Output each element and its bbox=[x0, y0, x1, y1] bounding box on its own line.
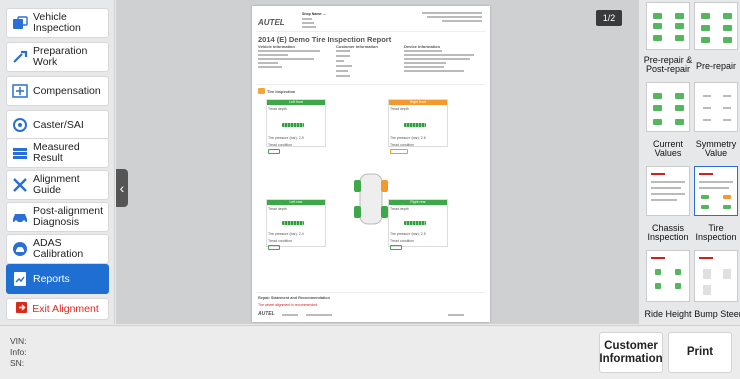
left-rear-caption: Left rear bbox=[267, 200, 325, 205]
sidebar-item-label: Vehicle Inspection bbox=[33, 11, 81, 34]
status-badge bbox=[268, 149, 280, 154]
sidebar-item-measured-result[interactable]: Measured Result bbox=[6, 138, 109, 168]
thumbnail-pre-repair[interactable] bbox=[694, 2, 738, 50]
thumbnail-label: Bump Steer bbox=[694, 309, 740, 319]
sidebar-item-preparation-work[interactable]: Preparation Work bbox=[6, 42, 109, 72]
tread-condition-label: Tread condition bbox=[390, 143, 414, 147]
tread-condition-label: Tread condition bbox=[390, 239, 414, 243]
sidebar-item-label: Measured Result bbox=[33, 141, 80, 164]
sidebar-item-compensation[interactable]: Compensation bbox=[6, 76, 109, 106]
customer-information-heading: Customer Information bbox=[336, 44, 378, 49]
vehicle-info-block: VIN: Info: SN: bbox=[10, 336, 27, 369]
thumbnail-bump-steer[interactable] bbox=[694, 250, 738, 302]
report-icon bbox=[7, 264, 33, 294]
exit-alignment-button[interactable]: Exit Alignment bbox=[6, 298, 109, 320]
tread-depth-label: Tread depth bbox=[390, 107, 409, 111]
tread-graphic bbox=[282, 221, 304, 225]
sidebar-item-reports[interactable]: Reports bbox=[6, 264, 109, 294]
report-page: AUTEL Shop Name: -- 2014 (E) Demo Tire I… bbox=[252, 6, 490, 322]
thumbnail-current-values[interactable] bbox=[646, 82, 690, 132]
sidebar-item-post-alignment-diagnosis[interactable]: Post-alignment Diagnosis bbox=[6, 202, 109, 232]
vehicle-inspection-icon bbox=[7, 8, 33, 38]
sidebar-item-label: Preparation Work bbox=[33, 45, 88, 68]
wrench-icon bbox=[7, 42, 33, 72]
sidebar-item-label: Post-alignment Diagnosis bbox=[33, 205, 104, 228]
tread-graphic bbox=[282, 123, 304, 127]
report-thumbnails-panel: Pre-repair & Post-repair Pre-repair Curr… bbox=[640, 0, 740, 324]
thumbnail-symmetry-value[interactable] bbox=[694, 82, 738, 132]
right-front-caption: Right front bbox=[389, 100, 447, 105]
page-counter: 1/2 bbox=[596, 10, 622, 26]
exit-alignment-label: Exit Alignment bbox=[32, 303, 99, 315]
tread-condition-label: Tread condition bbox=[268, 143, 292, 147]
caster-wheel-icon bbox=[7, 110, 33, 140]
sn-label: SN: bbox=[10, 358, 25, 368]
sidebar-item-vehicle-inspection[interactable]: Vehicle Inspection bbox=[6, 8, 109, 38]
chevron-left-icon: ‹ bbox=[119, 180, 125, 196]
tread-depth-label: Tread depth bbox=[268, 207, 287, 211]
tire-inspection-heading: Tire Inspection bbox=[267, 89, 296, 94]
sidebar-item-label: Reports bbox=[33, 272, 70, 285]
sidebar-item-label: ADAS Calibration bbox=[33, 237, 84, 260]
right-rear-pressure: Tire pressure (bar): 2.5 bbox=[390, 232, 426, 236]
thumbnail-pre-post-repair[interactable] bbox=[646, 2, 690, 50]
measured-result-icon bbox=[7, 138, 33, 168]
left-rear-pressure: Tire pressure (bar): 2.4 bbox=[268, 232, 304, 236]
adas-icon bbox=[7, 234, 33, 264]
tools-icon bbox=[7, 170, 33, 200]
tread-condition-label: Tread condition bbox=[268, 239, 292, 243]
tread-graphic bbox=[404, 221, 426, 225]
repair-statement-heading: Repair Statement and Recommendation bbox=[258, 296, 330, 300]
sidebar-item-alignment-guide[interactable]: Alignment Guide bbox=[6, 170, 109, 200]
exit-icon bbox=[16, 300, 28, 318]
collapse-sidebar-handle[interactable]: ‹ bbox=[116, 169, 128, 207]
thumbnail-tire-inspection[interactable] bbox=[694, 166, 738, 216]
compensation-icon bbox=[7, 76, 33, 106]
sidebar-item-caster-sai[interactable]: Caster/SAI bbox=[6, 110, 109, 140]
tire-section-icon bbox=[258, 88, 265, 94]
sidebar-item-label: Compensation bbox=[33, 84, 101, 97]
thumbnail-chassis-inspection[interactable] bbox=[646, 166, 690, 216]
sidebar: Vehicle Inspection Preparation Work Comp… bbox=[0, 0, 115, 324]
tread-depth-label: Tread depth bbox=[390, 207, 409, 211]
tread-graphic bbox=[404, 123, 426, 127]
app-window: Vehicle Inspection Preparation Work Comp… bbox=[0, 0, 740, 379]
thumbnail-ride-height[interactable] bbox=[646, 250, 690, 302]
left-front-caption: Left front bbox=[267, 100, 325, 105]
right-rear-caption: Right rear bbox=[389, 200, 447, 205]
thumbnail-label: Symmetry Value bbox=[695, 139, 737, 158]
repair-recommendation-text: The wheel alignment is recommended. bbox=[258, 303, 319, 307]
footer-logo: AUTEL bbox=[258, 311, 275, 317]
autel-logo: AUTEL bbox=[258, 18, 285, 27]
status-badge bbox=[390, 149, 408, 154]
thumbnail-label: Ride Height bbox=[644, 309, 692, 319]
tread-depth-label: Tread depth bbox=[268, 107, 287, 111]
customer-information-button[interactable]: Customer Information bbox=[599, 332, 663, 373]
car-diagram bbox=[350, 170, 392, 228]
report-title: 2014 (E) Demo Tire Inspection Report bbox=[258, 35, 392, 44]
vehicle-information-heading: Vehicle Information bbox=[258, 44, 295, 49]
car-icon bbox=[7, 202, 33, 232]
info-label: Info: bbox=[10, 347, 27, 357]
status-badge bbox=[268, 245, 280, 250]
thumbnail-label: Tire Inspection bbox=[695, 223, 737, 242]
left-front-pressure: Tire pressure (bar): 2.5 bbox=[268, 136, 304, 140]
vin-label: VIN: bbox=[10, 336, 27, 346]
device-information-heading: Device Information bbox=[404, 44, 441, 49]
shop-name: Shop Name: -- bbox=[302, 12, 326, 16]
print-button[interactable]: Print bbox=[668, 332, 732, 373]
sidebar-item-label: Caster/SAI bbox=[33, 118, 84, 131]
sidebar-item-adas-calibration[interactable]: ADAS Calibration bbox=[6, 234, 109, 264]
right-front-pressure: Tire pressure (bar): 2.6 bbox=[390, 136, 426, 140]
status-badge bbox=[390, 245, 402, 250]
sidebar-item-label: Alignment Guide bbox=[33, 173, 80, 196]
thumbnail-label: Pre-repair bbox=[695, 61, 736, 71]
